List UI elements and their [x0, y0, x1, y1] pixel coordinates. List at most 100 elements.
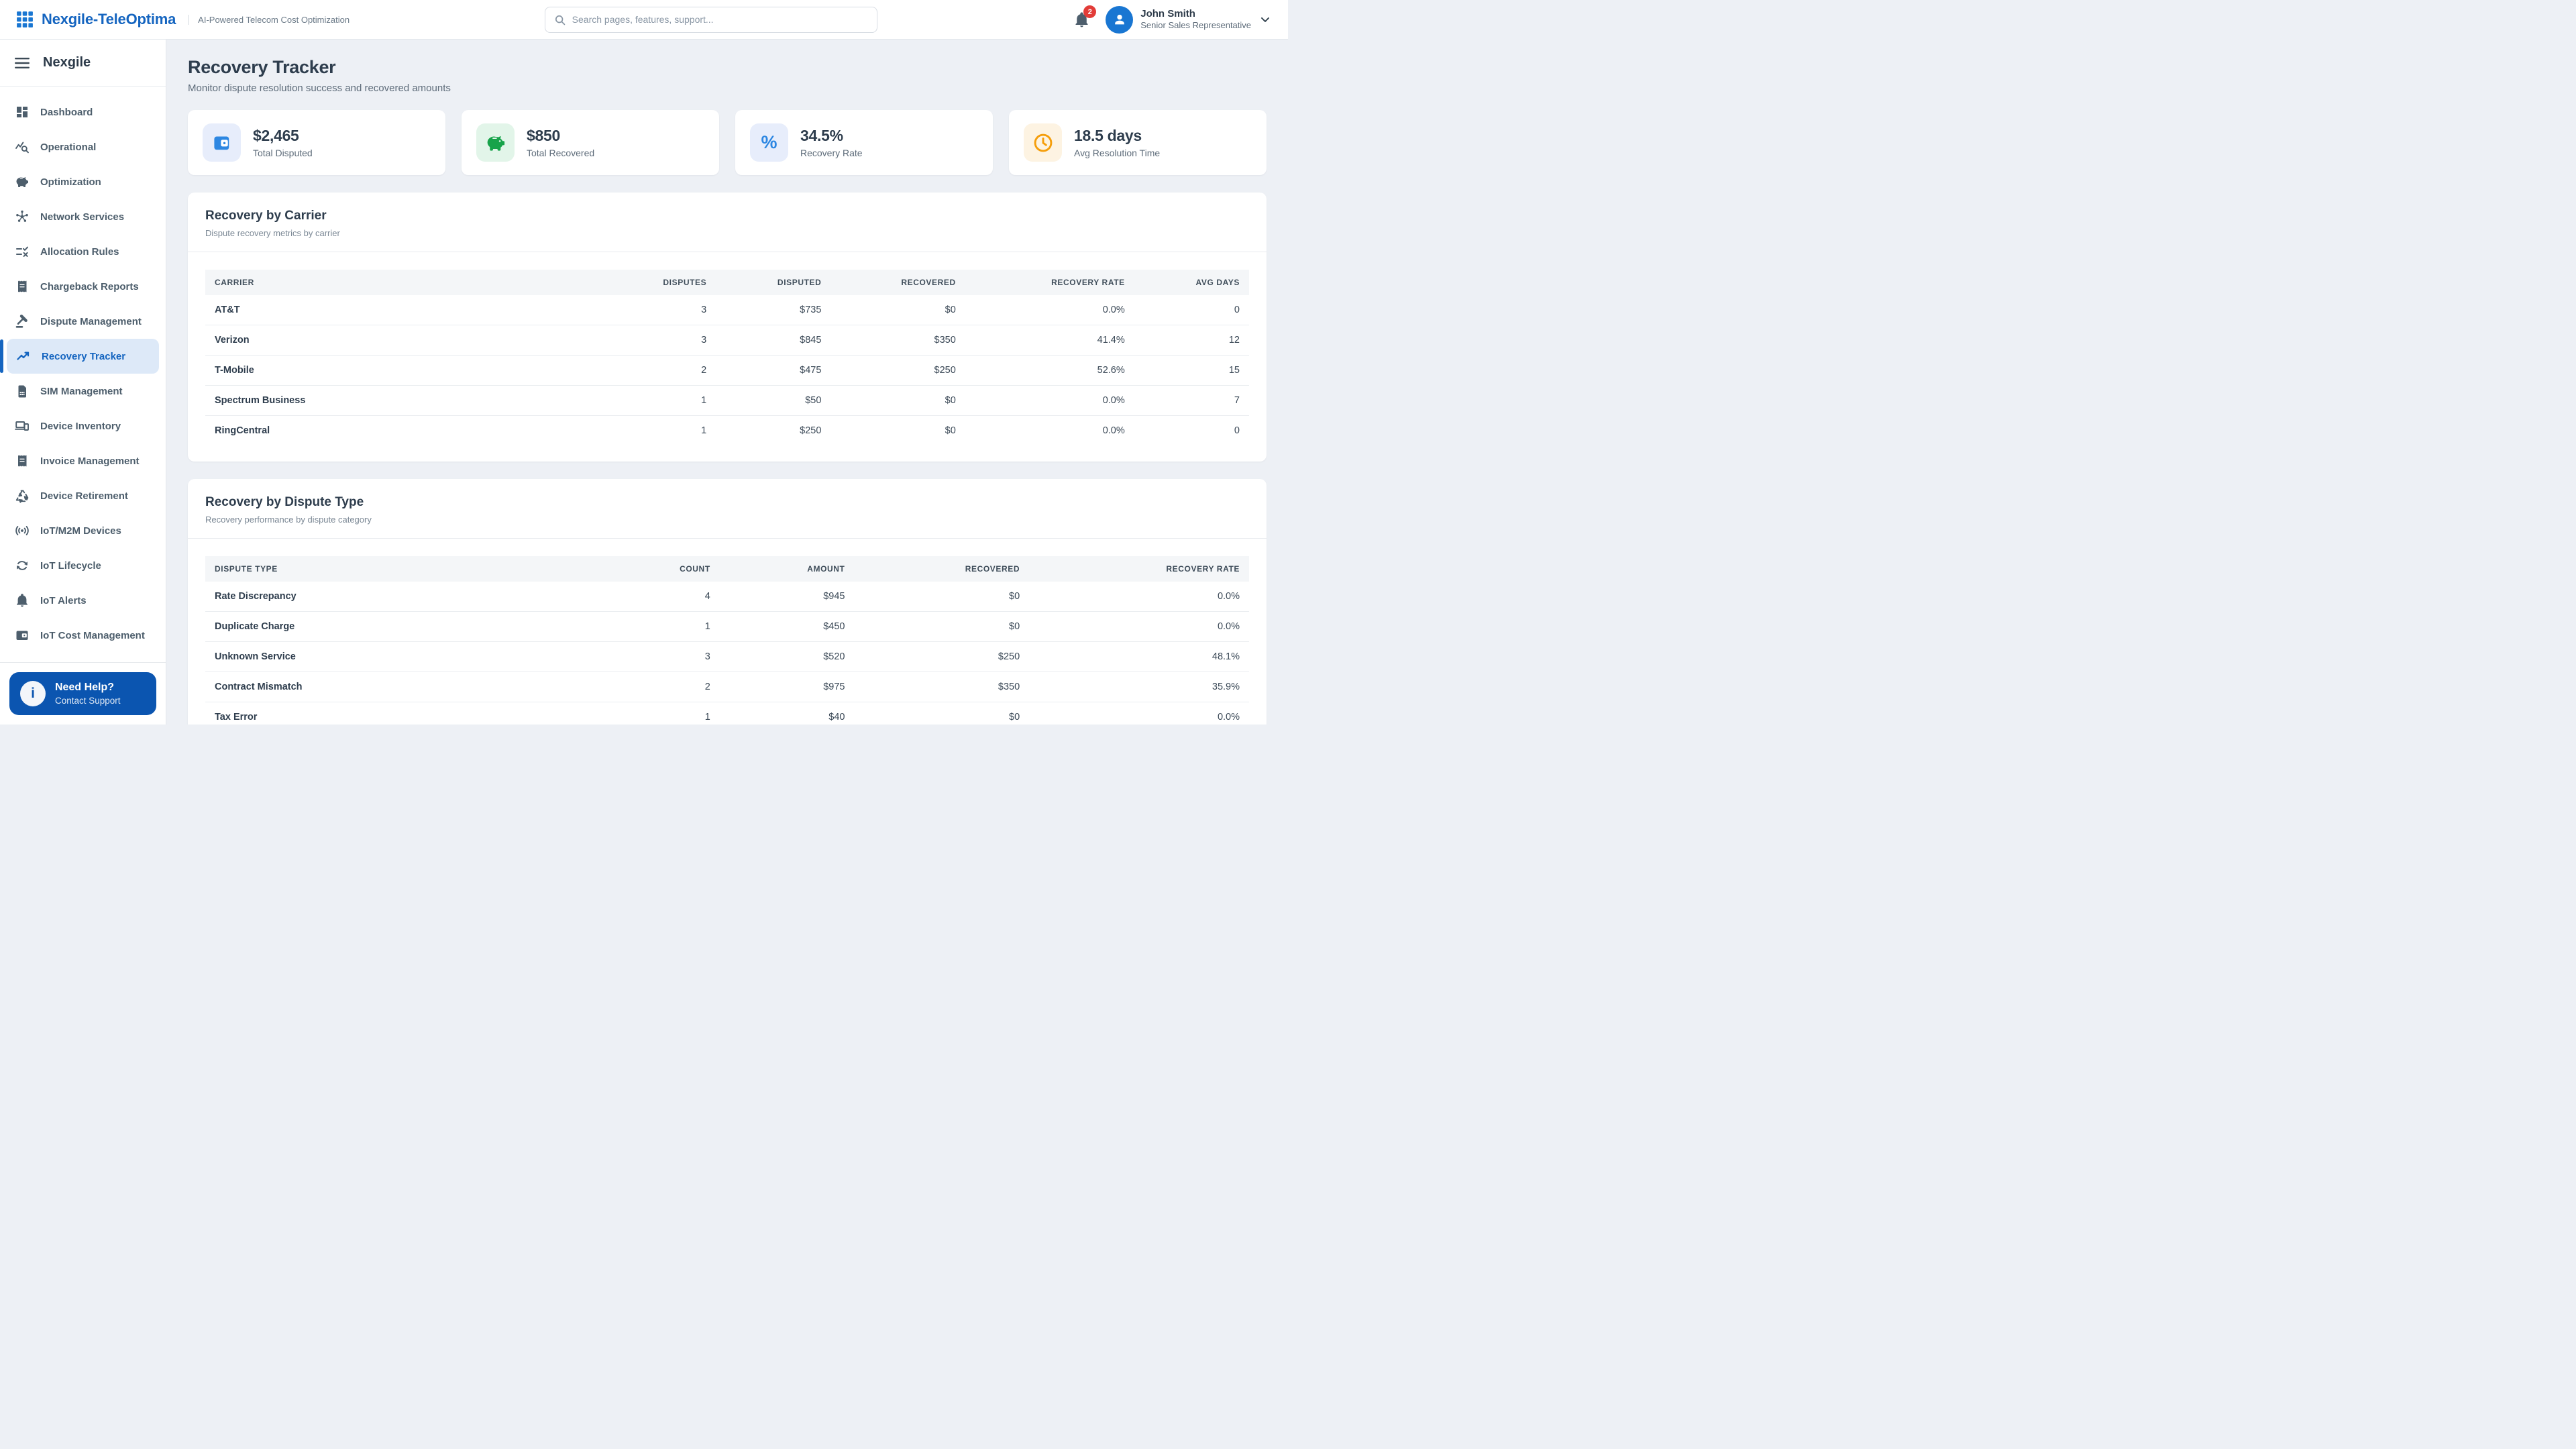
sidebar-item-sim-management[interactable]: SIM Management	[0, 374, 166, 409]
percent-glyph: %	[761, 132, 777, 153]
avatar	[1106, 6, 1133, 34]
chevron-down-icon	[1258, 13, 1272, 26]
sidebar-item-iot-lifecycle[interactable]: IoT Lifecycle	[0, 548, 166, 583]
sidebar-item-label: IoT Alerts	[40, 595, 87, 606]
cell-count: 1	[602, 612, 720, 642]
sidebar-item-label: Device Retirement	[40, 490, 128, 502]
rules-check-icon	[15, 244, 30, 259]
query-stats-icon	[15, 140, 30, 154]
gavel-icon	[15, 314, 30, 329]
cell-carrier: AT&T	[205, 295, 602, 325]
sidebar-item-label: Dispute Management	[40, 316, 142, 327]
table-header-row: CARRIER DISPUTES DISPUTED RECOVERED RECO…	[205, 270, 1249, 295]
cell-dispute-type: Unknown Service	[205, 642, 602, 672]
cell-avg-days: 15	[1134, 356, 1249, 386]
recovery-by-dispute-type-card: Recovery by Dispute Type Recovery perfor…	[188, 479, 1267, 724]
help-subtitle: Contact Support	[55, 695, 121, 707]
cell-carrier: Spectrum Business	[205, 386, 602, 416]
sidebar-item-optimization[interactable]: Optimization	[0, 164, 166, 199]
column-header: DISPUTE TYPE	[205, 556, 602, 582]
sidebar-item-label: Recovery Tracker	[42, 351, 125, 362]
sidebar-item-iot-alerts[interactable]: IoT Alerts	[0, 583, 166, 618]
sidebar: Nexgile Dashboard Operational	[0, 40, 166, 724]
cell-dispute-type: Tax Error	[205, 702, 602, 725]
cell-count: 1	[602, 702, 720, 725]
sidebar-item-label: Chargeback Reports	[40, 281, 139, 292]
table-row: Contract Mismatch2$975$35035.9%	[205, 672, 1249, 702]
sidebar-item-dispute-management[interactable]: Dispute Management	[0, 304, 166, 339]
section-header: Recovery by Carrier Dispute recovery met…	[188, 209, 1267, 252]
devices-icon	[15, 419, 30, 433]
column-header: COUNT	[602, 556, 720, 582]
cell-recovery-rate: 0.0%	[965, 386, 1134, 416]
sidebar-item-label: IoT Lifecycle	[40, 560, 101, 572]
sidebar-item-device-retirement[interactable]: Device Retirement	[0, 478, 166, 513]
cell-carrier: RingCentral	[205, 416, 602, 446]
cell-recovered: $0	[855, 582, 1030, 612]
sidebar-item-allocation-rules[interactable]: Allocation Rules	[0, 234, 166, 269]
section-title: Recovery by Dispute Type	[205, 495, 1249, 510]
clock-icon	[1024, 123, 1062, 162]
stat-cards-row: $2,465 Total Disputed $850 Tot	[188, 110, 1267, 175]
stat-card-total-recovered: $850 Total Recovered	[462, 110, 719, 175]
cell-recovered: $250	[830, 356, 965, 386]
cell-disputes: 3	[602, 295, 716, 325]
sidebar-item-operational[interactable]: Operational	[0, 129, 166, 164]
cell-dispute-type: Rate Discrepancy	[205, 582, 602, 612]
notifications-button[interactable]: 2	[1072, 10, 1091, 29]
stat-value: 18.5 days	[1074, 127, 1160, 145]
app-tagline: AI-Powered Telecom Cost Optimization	[188, 15, 350, 25]
user-menu[interactable]: John Smith Senior Sales Representative	[1106, 6, 1272, 34]
column-header: RECOVERED	[830, 270, 965, 295]
top-header: Nexgile-TeleOptima AI-Powered Telecom Co…	[0, 0, 1288, 40]
app-window: Nexgile-TeleOptima AI-Powered Telecom Co…	[0, 0, 1288, 724]
notification-badge: 2	[1083, 5, 1096, 18]
page-subtitle: Monitor dispute resolution success and r…	[188, 83, 1267, 94]
cell-recovery-rate: 0.0%	[1029, 582, 1249, 612]
cell-recovery-rate: 0.0%	[1029, 702, 1249, 725]
receipt-icon	[15, 453, 30, 468]
stat-value: $850	[527, 127, 594, 145]
broadcast-icon	[15, 523, 30, 538]
search-icon	[553, 13, 566, 26]
stat-label: Total Disputed	[253, 148, 313, 158]
table-row: Tax Error1$40$00.0%	[205, 702, 1249, 725]
cell-disputes: 1	[602, 416, 716, 446]
contact-support-button[interactable]: i Need Help? Contact Support	[9, 672, 156, 715]
cell-disputes: 3	[602, 325, 716, 356]
carrier-table-wrap: CARRIER DISPUTES DISPUTED RECOVERED RECO…	[188, 252, 1267, 462]
sidebar-item-label: Dashboard	[40, 107, 93, 118]
sidebar-item-network-services[interactable]: Network Services	[0, 199, 166, 234]
user-icon	[1112, 11, 1128, 28]
table-row: Verizon3$845$35041.4%12	[205, 325, 1249, 356]
sidebar-item-iot-cost-management[interactable]: IoT Cost Management	[0, 618, 166, 653]
stat-label: Avg Resolution Time	[1074, 148, 1160, 158]
table-row: AT&T3$735$00.0%0	[205, 295, 1249, 325]
cell-disputed: $50	[716, 386, 830, 416]
info-icon: i	[20, 681, 46, 706]
search-input[interactable]	[572, 14, 869, 25]
sidebar-item-iot-m2m-devices[interactable]: IoT/M2M Devices	[0, 513, 166, 548]
cell-disputed: $250	[716, 416, 830, 446]
sidebar-item-recovery-tracker[interactable]: Recovery Tracker	[7, 339, 159, 374]
cell-recovered: $0	[855, 702, 1030, 725]
sidebar-item-invoice-management[interactable]: Invoice Management	[0, 443, 166, 478]
help-text: Need Help? Contact Support	[55, 681, 121, 706]
cell-disputed: $735	[716, 295, 830, 325]
sidebar-item-device-inventory[interactable]: Device Inventory	[0, 409, 166, 443]
global-search[interactable]	[545, 7, 877, 33]
cell-recovered: $0	[855, 612, 1030, 642]
sim-card-icon	[15, 384, 30, 398]
menu-toggle-icon[interactable]	[15, 58, 30, 68]
sidebar-item-dashboard[interactable]: Dashboard	[0, 95, 166, 129]
table-header-row: DISPUTE TYPE COUNT AMOUNT RECOVERED RECO…	[205, 556, 1249, 582]
cell-count: 2	[602, 672, 720, 702]
sidebar-item-chargeback-reports[interactable]: Chargeback Reports	[0, 269, 166, 304]
cell-disputed: $475	[716, 356, 830, 386]
percent-icon: %	[750, 123, 788, 162]
user-role: Senior Sales Representative	[1140, 20, 1251, 31]
brand-cluster[interactable]: Nexgile-TeleOptima AI-Powered Telecom Co…	[16, 11, 350, 28]
piggy-bank-icon	[476, 123, 515, 162]
cell-amount: $450	[720, 612, 855, 642]
cell-avg-days: 12	[1134, 325, 1249, 356]
